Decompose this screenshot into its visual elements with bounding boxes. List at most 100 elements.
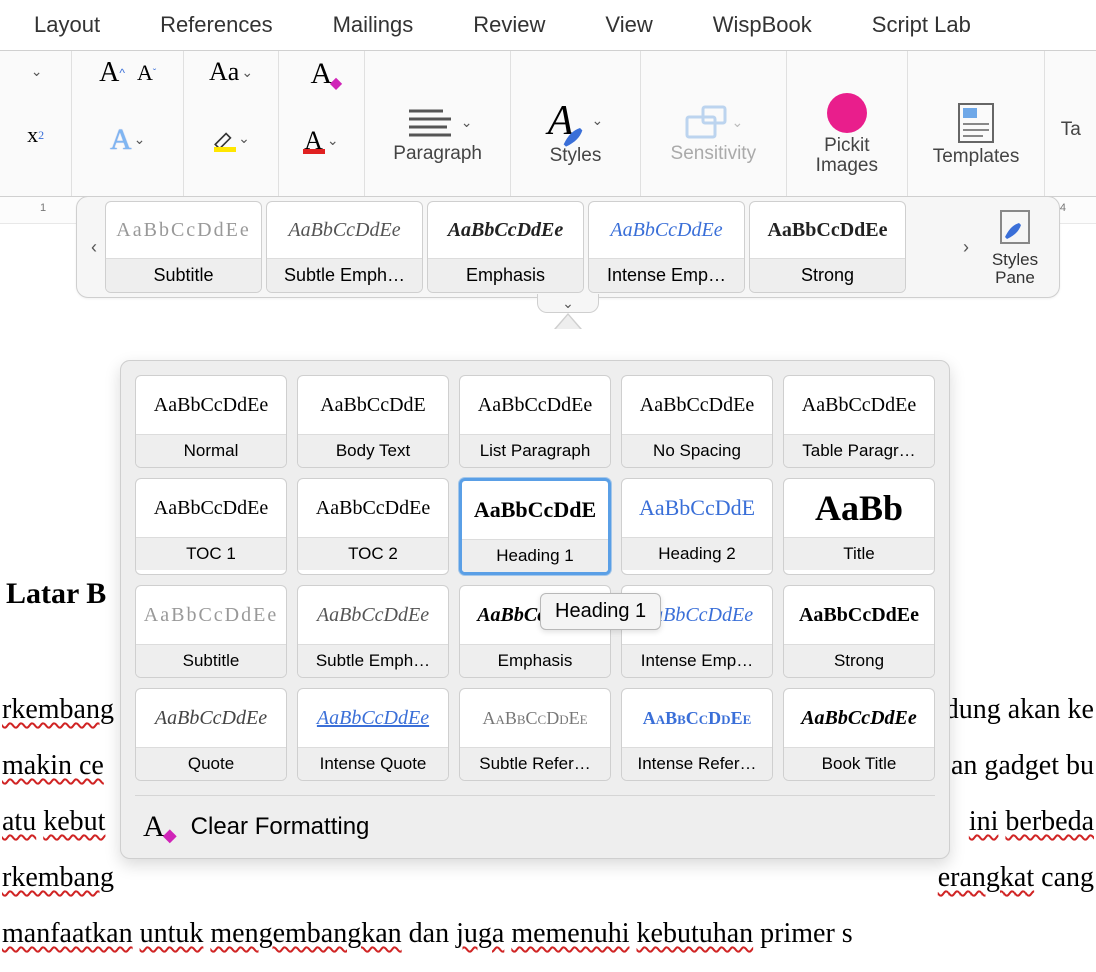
style-preview: AaBbCcDdEe [460, 376, 610, 434]
clear-formatting-icon: A◆ [143, 810, 165, 844]
change-case-button[interactable]: Aa⌄ [209, 57, 253, 87]
quick-style-subtitle[interactable]: AaBbCcDdEeSubtitle [105, 201, 262, 293]
style-body-text[interactable]: AaBbCcDdEBody Text [297, 375, 449, 468]
style-label: Emphasis [460, 644, 610, 677]
style-label: Strong [784, 644, 934, 677]
popover-arrow-icon [554, 313, 582, 329]
style-preview: AaBbCcDdE [622, 479, 772, 537]
style-preview: AaBbCcDdEe [136, 479, 286, 537]
style-strong[interactable]: AaBbCcDdEeStrong [783, 585, 935, 678]
chevron-down-icon[interactable]: ⌄ [31, 63, 43, 80]
clear-formatting-button[interactable]: A◆ Clear Formatting [135, 795, 935, 858]
tab-script-lab[interactable]: Script Lab [842, 12, 1001, 38]
style-label: Emphasis [428, 258, 583, 292]
style-label: Subtle Emph… [298, 644, 448, 677]
tab-layout[interactable]: Layout [4, 12, 130, 38]
templates-button[interactable] [955, 92, 997, 146]
style-list-paragraph[interactable]: AaBbCcDdEeList Paragraph [459, 375, 611, 468]
style-quote[interactable]: AaBbCcDdEeQuote [135, 688, 287, 781]
sensitivity-label: Sensitivity [671, 143, 757, 165]
subscript-button[interactable]: x2 [27, 122, 44, 148]
style-heading-2[interactable]: AaBbCcDdEHeading 2 [621, 478, 773, 575]
style-label: Intense Quote [298, 747, 448, 780]
style-preview: AaBbCcDdEe [622, 376, 772, 434]
quick-style-strong[interactable]: AaBbCcDdEeStrong [749, 201, 906, 293]
style-label: Subtle Emph… [267, 258, 422, 292]
style-label: Normal [136, 434, 286, 467]
style-preview: AaBbCcDdEe [589, 202, 744, 258]
style-preview: AaBbCcDdE [298, 376, 448, 434]
style-label: Intense Emp… [622, 644, 772, 677]
gallery-next-button[interactable]: › [955, 237, 977, 258]
style-label: TOC 1 [136, 537, 286, 570]
style-preview: AaBbCcDdEe [106, 202, 261, 258]
style-no-spacing[interactable]: AaBbCcDdEeNo Spacing [621, 375, 773, 468]
style-label: Body Text [298, 434, 448, 467]
style-toc-1[interactable]: AaBbCcDdEeTOC 1 [135, 478, 287, 575]
doc-l1-left: rkembang [2, 682, 114, 738]
style-title[interactable]: AaBbTitle [783, 478, 935, 575]
style-tooltip: Heading 1 [540, 593, 661, 630]
style-label: TOC 2 [298, 537, 448, 570]
style-label: Intense Emp… [589, 258, 744, 292]
style-preview: AaBbCcDdEe [136, 586, 286, 644]
style-heading-1[interactable]: AaBbCcDdEHeading 1 [459, 478, 611, 575]
doc-l2-right: an gadget bu [951, 738, 1094, 794]
styles-gallery-popover: AaBbCcDdEeNormalAaBbCcDdEBody TextAaBbCc… [120, 360, 950, 859]
style-label: Subtitle [136, 644, 286, 677]
style-label: Subtitle [106, 258, 261, 292]
text-effects-button[interactable]: A⌄ [110, 123, 145, 157]
pickit-images-button[interactable] [824, 84, 870, 136]
style-label: No Spacing [622, 434, 772, 467]
style-book-title[interactable]: AaBbCcDdEeBook Title [783, 688, 935, 781]
style-intense-refer-[interactable]: AaBbCcDdEeIntense Refer… [621, 688, 773, 781]
style-preview: AaBb [784, 479, 934, 537]
style-preview: AaBbCcDdEe [784, 376, 934, 434]
highlight-button[interactable]: ⌄ [212, 125, 250, 152]
tab-references[interactable]: References [130, 12, 303, 38]
ribbon-tabs: LayoutReferencesMailingsReviewViewWispBo… [0, 0, 1096, 51]
quick-style-intense-emp-[interactable]: AaBbCcDdEeIntense Emp… [588, 201, 745, 293]
style-subtitle[interactable]: AaBbCcDdEeSubtitle [135, 585, 287, 678]
style-normal[interactable]: AaBbCcDdEeNormal [135, 375, 287, 468]
style-label: Table Paragr… [784, 434, 934, 467]
style-toc-2[interactable]: AaBbCcDdEeTOC 2 [297, 478, 449, 575]
clear-formatting-label: Clear Formatting [191, 813, 370, 841]
doc-heading: Latar B [6, 577, 106, 610]
quick-style-subtle-emph-[interactable]: AaBbCcDdEeSubtle Emph… [266, 201, 423, 293]
style-table-paragr-[interactable]: AaBbCcDdEeTable Paragr… [783, 375, 935, 468]
style-label: Book Title [784, 747, 934, 780]
style-preview: AaBbCcDdEe [298, 479, 448, 537]
tab-mailings[interactable]: Mailings [303, 12, 444, 38]
style-preview: AaBbCcDdEe [622, 689, 772, 747]
font-color-button[interactable]: A ⌄ [304, 126, 339, 156]
style-preview: AaBbCcDdE [462, 481, 608, 539]
increase-font-button[interactable]: A^ [99, 57, 125, 89]
style-subtle-emph-[interactable]: AaBbCcDdEeSubtle Emph… [297, 585, 449, 678]
clear-formatting-icon[interactable]: A◆ [311, 57, 333, 91]
style-preview: AaBbCcDdEe [784, 586, 934, 644]
style-preview: AaBbCcDdEe [784, 689, 934, 747]
tab-review[interactable]: Review [443, 12, 575, 38]
style-intense-quote[interactable]: AaBbCcDdEeIntense Quote [297, 688, 449, 781]
style-label: Quote [136, 747, 286, 780]
style-label: List Paragraph [460, 434, 610, 467]
partial-tab-label: Ta [1061, 119, 1081, 141]
style-subtle-refer-[interactable]: AaBbCcDdEeSubtle Refer… [459, 688, 611, 781]
paragraph-button[interactable]: ⌄ [403, 95, 473, 143]
styles-button[interactable]: A ⌄ [548, 93, 603, 145]
pickit-label: Pickit Images [795, 136, 899, 176]
styles-pane-button[interactable]: Styles Pane [977, 207, 1053, 287]
styles-pane-label: Styles Pane [977, 251, 1053, 287]
tab-view[interactable]: View [575, 12, 682, 38]
style-preview: AaBbCcDdEe [750, 202, 905, 258]
tab-wispbook[interactable]: WispBook [683, 12, 842, 38]
gallery-prev-button[interactable]: ‹ [83, 237, 105, 258]
style-preview: AaBbCcDdEe [460, 689, 610, 747]
style-label: Title [784, 537, 934, 570]
gallery-expand-button[interactable]: ⌄ [537, 294, 599, 313]
quick-style-emphasis[interactable]: AaBbCcDdEeEmphasis [427, 201, 584, 293]
style-preview: AaBbCcDdEe [136, 376, 286, 434]
doc-l1-right: dung akan ke [945, 682, 1094, 738]
decrease-font-button[interactable]: Aˇ [137, 60, 156, 86]
